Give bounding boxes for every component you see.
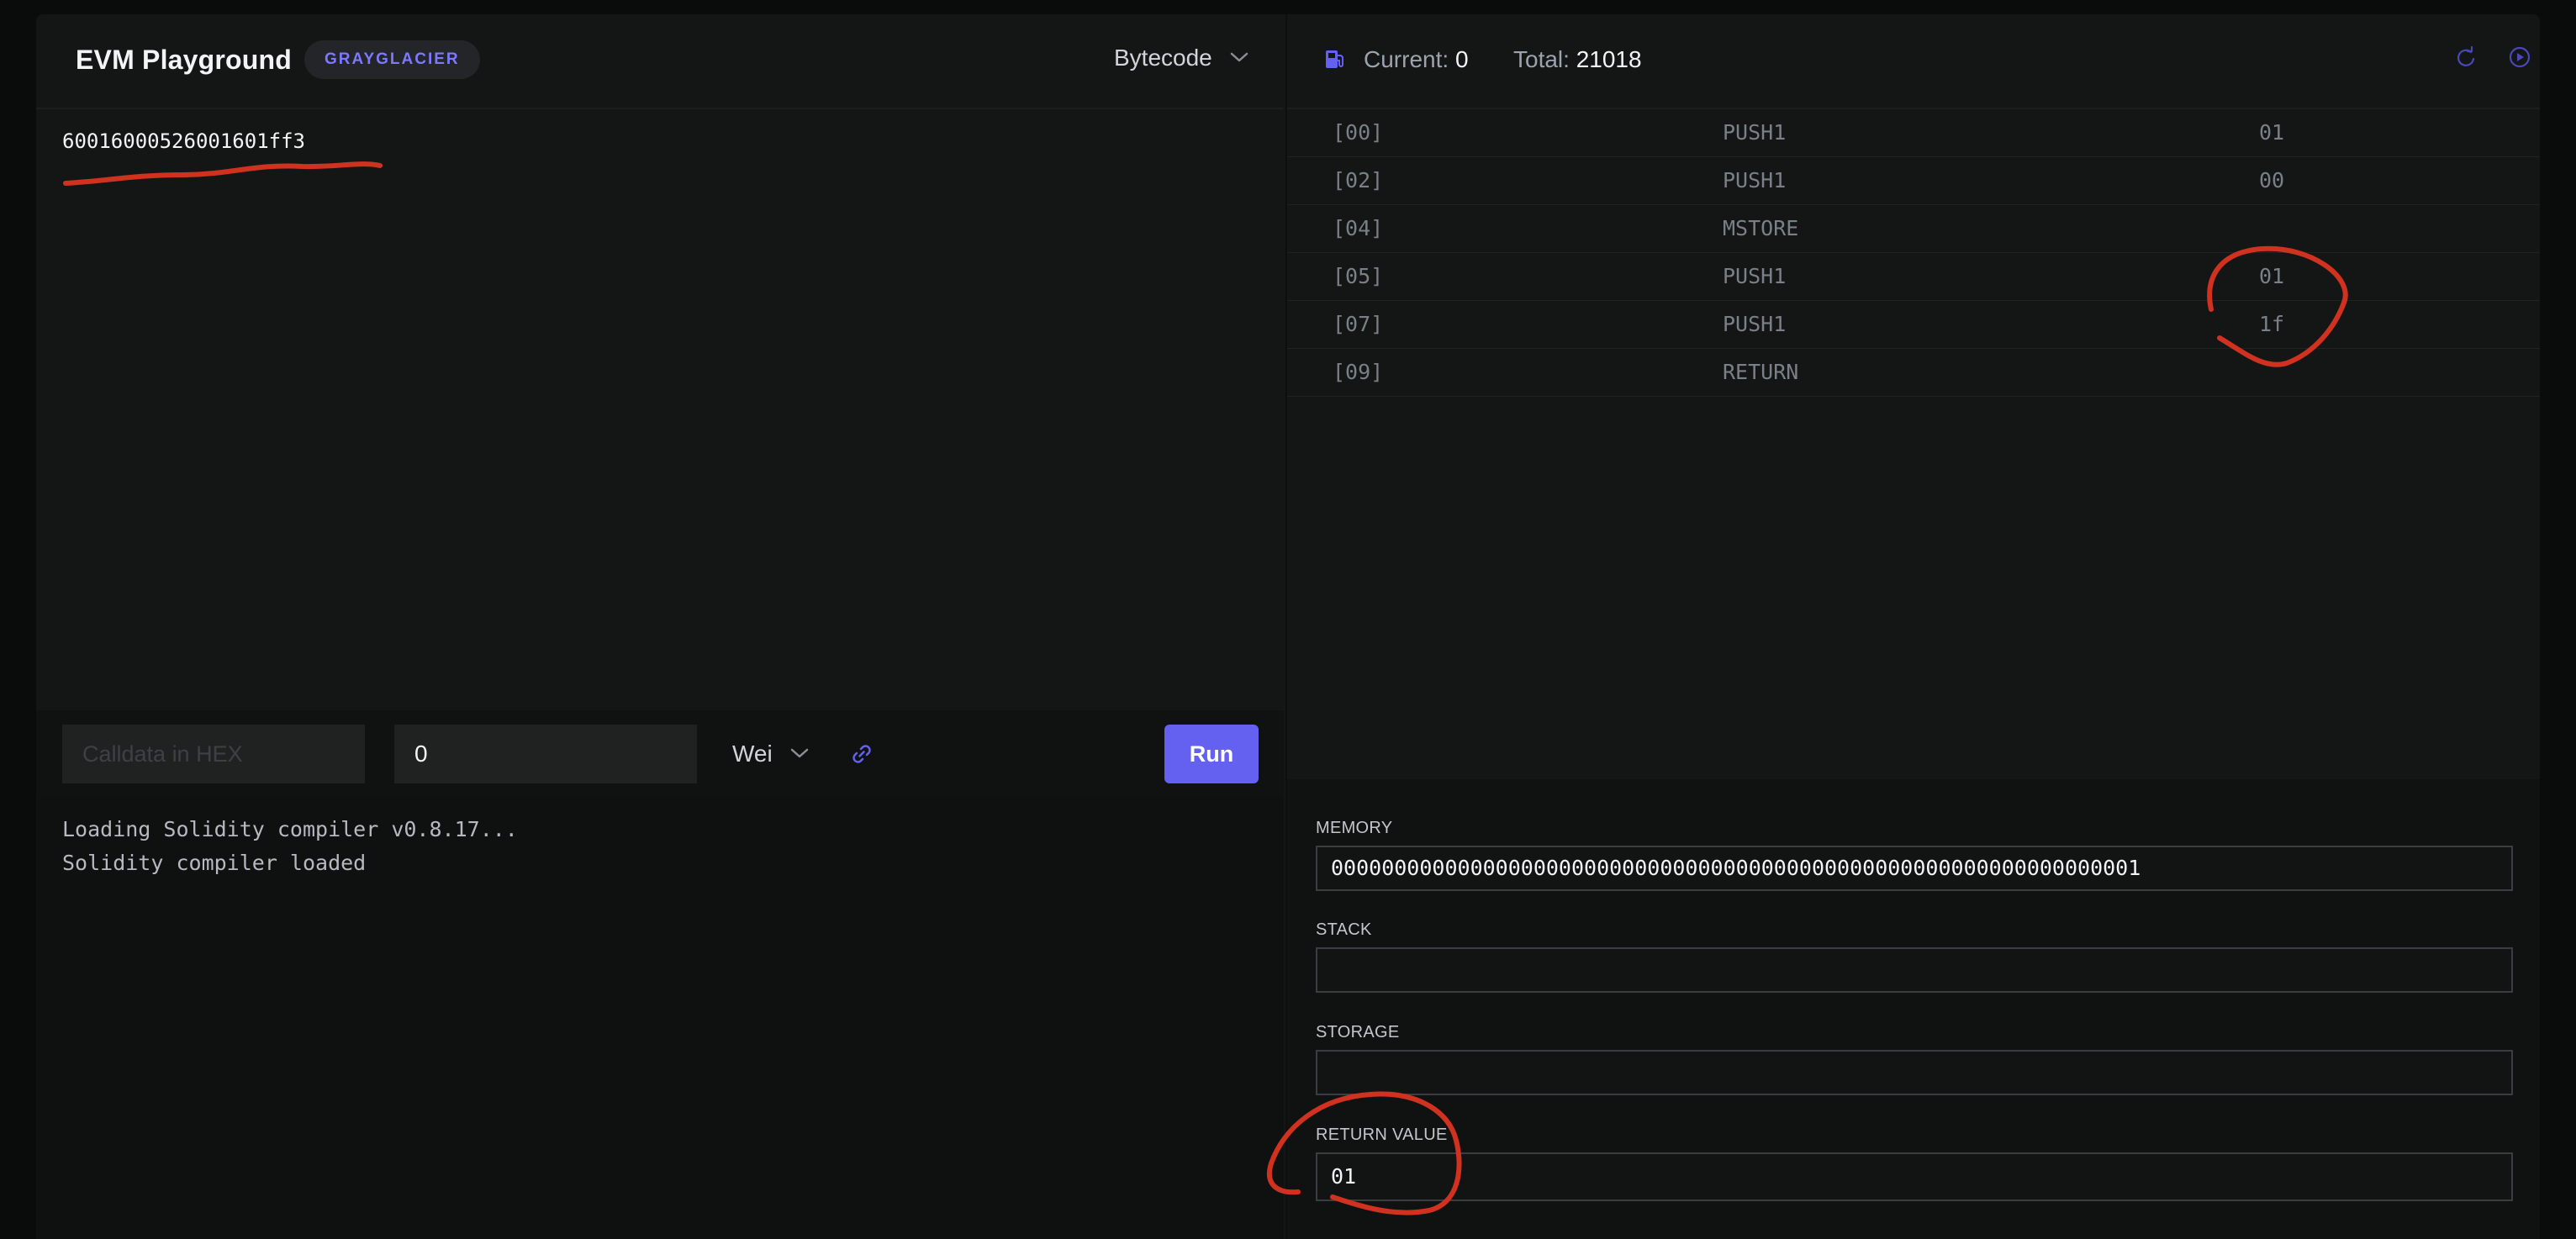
opcode-row[interactable]: [09] RETURN (1287, 349, 2540, 397)
console-line: Solidity compiler loaded (62, 851, 367, 875)
opcode-pc: [09] (1333, 360, 1384, 384)
gas-current-value: 0 (1454, 46, 1469, 72)
opcode-value: 00 (2259, 168, 2285, 192)
opcode-pc: [07] (1333, 312, 1384, 336)
opcode-row[interactable]: [00] PUSH1 01 (1287, 109, 2540, 157)
gas-total-value: 21018 (1576, 46, 1642, 72)
unit-select-label: Wei (732, 741, 773, 767)
opcode-row[interactable]: [02] PUSH1 00 (1287, 157, 2540, 205)
link-icon[interactable] (848, 741, 875, 767)
opcode-name: PUSH1 (1723, 168, 1787, 192)
opcode-row[interactable]: [05] PUSH1 01 (1287, 253, 2540, 301)
opcode-value: 1f (2259, 312, 2285, 336)
editor-header: EVM Playground GRAYGLACIER Bytecode (36, 14, 1284, 109)
opcode-pc: [02] (1333, 168, 1384, 192)
gas-total: Total: 21018 (1513, 46, 1642, 73)
stack-label: STACK (1316, 920, 1372, 939)
run-button[interactable]: Run (1164, 725, 1259, 783)
bytecode-editor[interactable]: 60016000526001601ff3 (36, 109, 1284, 710)
opcode-row[interactable]: [07] PUSH1 1f (1287, 301, 2540, 349)
return-value-field[interactable]: 01 (1316, 1152, 2513, 1201)
editor-pane: EVM Playground GRAYGLACIER Bytecode 6001… (36, 14, 1284, 1239)
mode-select-label: Bytecode (1114, 45, 1212, 71)
opcode-name: PUSH1 (1723, 264, 1787, 288)
play-step-icon[interactable] (2505, 42, 2535, 72)
fork-badge[interactable]: GRAYGLACIER (304, 40, 480, 79)
opcode-name: PUSH1 (1723, 120, 1787, 145)
run-toolbar: Wei Run (36, 710, 1284, 798)
mode-select[interactable]: Bytecode (1114, 45, 1249, 73)
opcode-value: 01 (2259, 120, 2285, 145)
console-output: Loading Solidity compiler v0.8.17... Sol… (36, 798, 1284, 1239)
opcode-name: RETURN (1723, 360, 1799, 384)
editor-code[interactable]: 60016000526001601ff3 (62, 129, 305, 153)
memory-label: MEMORY (1316, 819, 1393, 837)
execution-pane: Current: 0 Total: 21018 [00] PUSH1 01 [0… (1285, 14, 2540, 1239)
return-value-label: RETURN VALUE (1316, 1126, 1448, 1144)
gas-pump-icon (1322, 46, 1348, 71)
unit-select[interactable]: Wei (732, 741, 810, 769)
opcode-pc: [04] (1333, 216, 1384, 240)
execution-header: Current: 0 Total: 21018 (1287, 14, 2540, 109)
value-input[interactable] (394, 725, 697, 783)
opcode-pc: [05] (1333, 264, 1384, 288)
memory-field[interactable]: 0000000000000000000000000000000000000000… (1316, 846, 2513, 891)
chevron-down-icon (789, 739, 810, 766)
console-line: Loading Solidity compiler v0.8.17... (62, 817, 518, 841)
evm-playground-app: EVM Playground GRAYGLACIER Bytecode 6001… (36, 14, 2540, 1239)
opcode-pc: [00] (1333, 120, 1384, 145)
gas-current-label: Current: (1364, 46, 1449, 72)
reset-icon[interactable] (2451, 42, 2481, 72)
opcode-value: 01 (2259, 264, 2285, 288)
opcode-list: [00] PUSH1 01 [02] PUSH1 00 [04] MSTORE … (1287, 109, 2540, 397)
state-panel: MEMORY 000000000000000000000000000000000… (1287, 779, 2540, 1239)
opcode-name: MSTORE (1723, 216, 1799, 240)
gas-current: Current: 0 (1364, 46, 1469, 73)
opcode-name: PUSH1 (1723, 312, 1787, 336)
storage-field[interactable] (1316, 1050, 2513, 1095)
chevron-down-icon (1229, 43, 1249, 70)
opcode-row[interactable]: [04] MSTORE (1287, 205, 2540, 253)
stack-field[interactable] (1316, 947, 2513, 993)
storage-label: STORAGE (1316, 1023, 1400, 1041)
gas-total-label: Total: (1513, 46, 1570, 72)
calldata-input[interactable] (62, 725, 365, 783)
app-title: EVM Playground (76, 45, 293, 75)
